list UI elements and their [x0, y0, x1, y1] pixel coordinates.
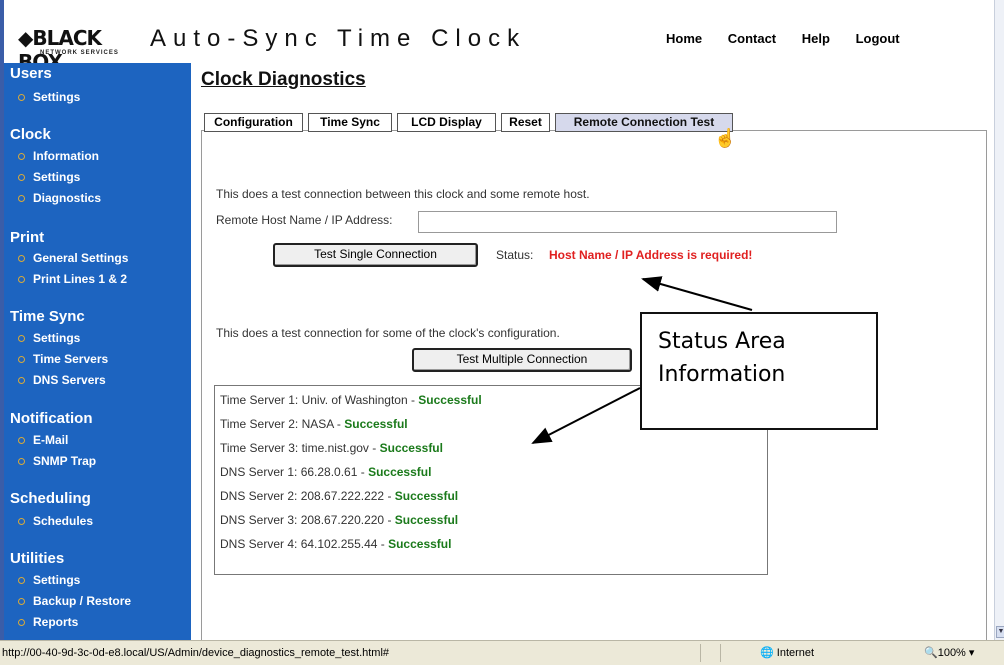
- page-title: Clock Diagnostics: [201, 69, 366, 90]
- bullet-icon: [18, 356, 25, 364]
- app-title: Auto-Sync Time Clock: [150, 25, 527, 52]
- bullet-icon: [18, 377, 25, 385]
- sidebar-section-notification: Notification: [10, 410, 93, 427]
- result-row: Time Server 1: Univ. of Washington - Suc…: [220, 393, 482, 407]
- sidebar-section-clock: Clock: [10, 126, 51, 143]
- sidebar-item-snmp-trap[interactable]: SNMP Trap: [18, 454, 96, 468]
- tab-time-sync[interactable]: Time Sync: [308, 113, 392, 132]
- sidebar-section-print: Print: [10, 229, 45, 246]
- result-row: DNS Server 4: 64.102.255.44 - Successful: [220, 537, 452, 551]
- browser-status-bar: http://00-40-9d-3c-0d-e8.local/US/Admin/…: [0, 640, 1004, 665]
- status-url: http://00-40-9d-3c-0d-e8.local/US/Admin/…: [2, 647, 390, 659]
- sidebar-section-time-sync: Time Sync: [10, 308, 85, 325]
- sidebar-section-utilities: Utilities: [10, 550, 65, 567]
- bullet-icon: [18, 335, 25, 343]
- bullet-icon: [18, 255, 25, 263]
- sidebar: Users Settings Clock Information Setting…: [4, 63, 191, 640]
- status-area-callout: Status Area Information: [640, 312, 878, 430]
- sidebar-item-clock-settings[interactable]: Settings: [18, 170, 80, 184]
- multiple-test-description: This does a test connection for some of …: [216, 326, 560, 340]
- globe-icon: 🌐: [760, 647, 774, 659]
- result-row: Time Server 3: time.nist.gov - Successfu…: [220, 441, 443, 455]
- browser-window: ◆BLACK BOX NETWORK SERVICES Auto-Sync Ti…: [0, 0, 1004, 665]
- sidebar-item-email[interactable]: E-Mail: [18, 433, 68, 447]
- callout-line-2: Information: [658, 362, 786, 387]
- single-test-description: This does a test connection between this…: [216, 187, 590, 201]
- diamond-icon: ◆: [18, 26, 33, 50]
- sidebar-item-clock-information[interactable]: Information: [18, 149, 99, 163]
- sidebar-item-utilities-settings[interactable]: Settings: [18, 573, 80, 587]
- bullet-icon: [18, 276, 25, 284]
- sidebar-item-users-settings[interactable]: Settings: [18, 90, 80, 104]
- result-row: DNS Server 2: 208.67.222.222 - Successfu…: [220, 489, 459, 503]
- bullet-icon: [18, 619, 25, 627]
- logo-subtitle: NETWORK SERVICES: [40, 50, 119, 56]
- sidebar-item-print-general-settings[interactable]: General Settings: [18, 251, 128, 265]
- nav-contact-link[interactable]: Contact: [728, 31, 776, 46]
- test-single-connection-button[interactable]: Test Single Connection: [273, 243, 478, 267]
- bullet-icon: [18, 437, 25, 445]
- tab-reset[interactable]: Reset: [501, 113, 550, 132]
- sidebar-section-users: Users: [10, 65, 52, 82]
- sidebar-item-schedules[interactable]: Schedules: [18, 514, 93, 528]
- result-row: Time Server 2: NASA - Successful: [220, 417, 408, 431]
- hand-cursor-icon: ☝: [714, 128, 737, 148]
- sidebar-item-print-lines[interactable]: Print Lines 1 & 2: [18, 272, 127, 286]
- internet-zone: 🌐 Internet: [760, 647, 815, 659]
- result-row: DNS Server 1: 66.28.0.61 - Successful: [220, 465, 432, 479]
- bullet-icon: [18, 598, 25, 606]
- zoom-control[interactable]: 🔍100% ▾: [924, 646, 974, 659]
- nav-help-link[interactable]: Help: [802, 31, 830, 46]
- tab-remote-connection-test[interactable]: Remote Connection Test: [555, 113, 733, 132]
- sidebar-item-clock-diagnostics[interactable]: Diagnostics: [18, 191, 101, 205]
- tab-lcd-display[interactable]: LCD Display: [397, 113, 496, 132]
- sidebar-item-dns-servers[interactable]: DNS Servers: [18, 373, 106, 387]
- nav-home-link[interactable]: Home: [666, 31, 702, 46]
- magnifier-icon: 🔍: [924, 647, 938, 659]
- tab-configuration[interactable]: Configuration: [204, 113, 303, 132]
- page-header: ◆BLACK BOX NETWORK SERVICES Auto-Sync Ti…: [4, 18, 994, 74]
- sidebar-item-time-servers[interactable]: Time Servers: [18, 352, 108, 366]
- bullet-icon: [18, 577, 25, 585]
- black-box-logo[interactable]: ◆BLACK BOX NETWORK SERVICES: [18, 22, 140, 74]
- result-row: DNS Server 3: 208.67.220.220 - Successfu…: [220, 513, 459, 527]
- sidebar-section-scheduling: Scheduling: [10, 490, 91, 507]
- status-divider: [720, 644, 721, 662]
- status-label: Status:: [496, 248, 534, 262]
- remote-host-input[interactable]: [418, 211, 837, 233]
- sidebar-item-reports[interactable]: Reports: [18, 615, 78, 629]
- bullet-icon: [18, 195, 25, 203]
- bullet-icon: [18, 94, 25, 102]
- sidebar-item-backup-restore[interactable]: Backup / Restore: [18, 594, 131, 608]
- nav-logout-link[interactable]: Logout: [856, 31, 900, 46]
- callout-line-1: Status Area: [658, 329, 786, 354]
- bullet-icon: [18, 174, 25, 182]
- status-divider: [700, 644, 701, 662]
- vertical-scrollbar[interactable]: ▼: [994, 0, 1004, 640]
- bullet-icon: [18, 153, 25, 161]
- remote-host-label: Remote Host Name / IP Address:: [216, 213, 393, 227]
- bullet-icon: [18, 518, 25, 526]
- bullet-icon: [18, 458, 25, 466]
- status-error-message: Host Name / IP Address is required!: [549, 248, 753, 262]
- scroll-down-icon[interactable]: ▼: [996, 626, 1004, 638]
- sidebar-item-time-sync-settings[interactable]: Settings: [18, 331, 80, 345]
- top-navigation: Home Contact Help Logout: [666, 31, 922, 46]
- test-multiple-connection-button[interactable]: Test Multiple Connection: [412, 348, 632, 372]
